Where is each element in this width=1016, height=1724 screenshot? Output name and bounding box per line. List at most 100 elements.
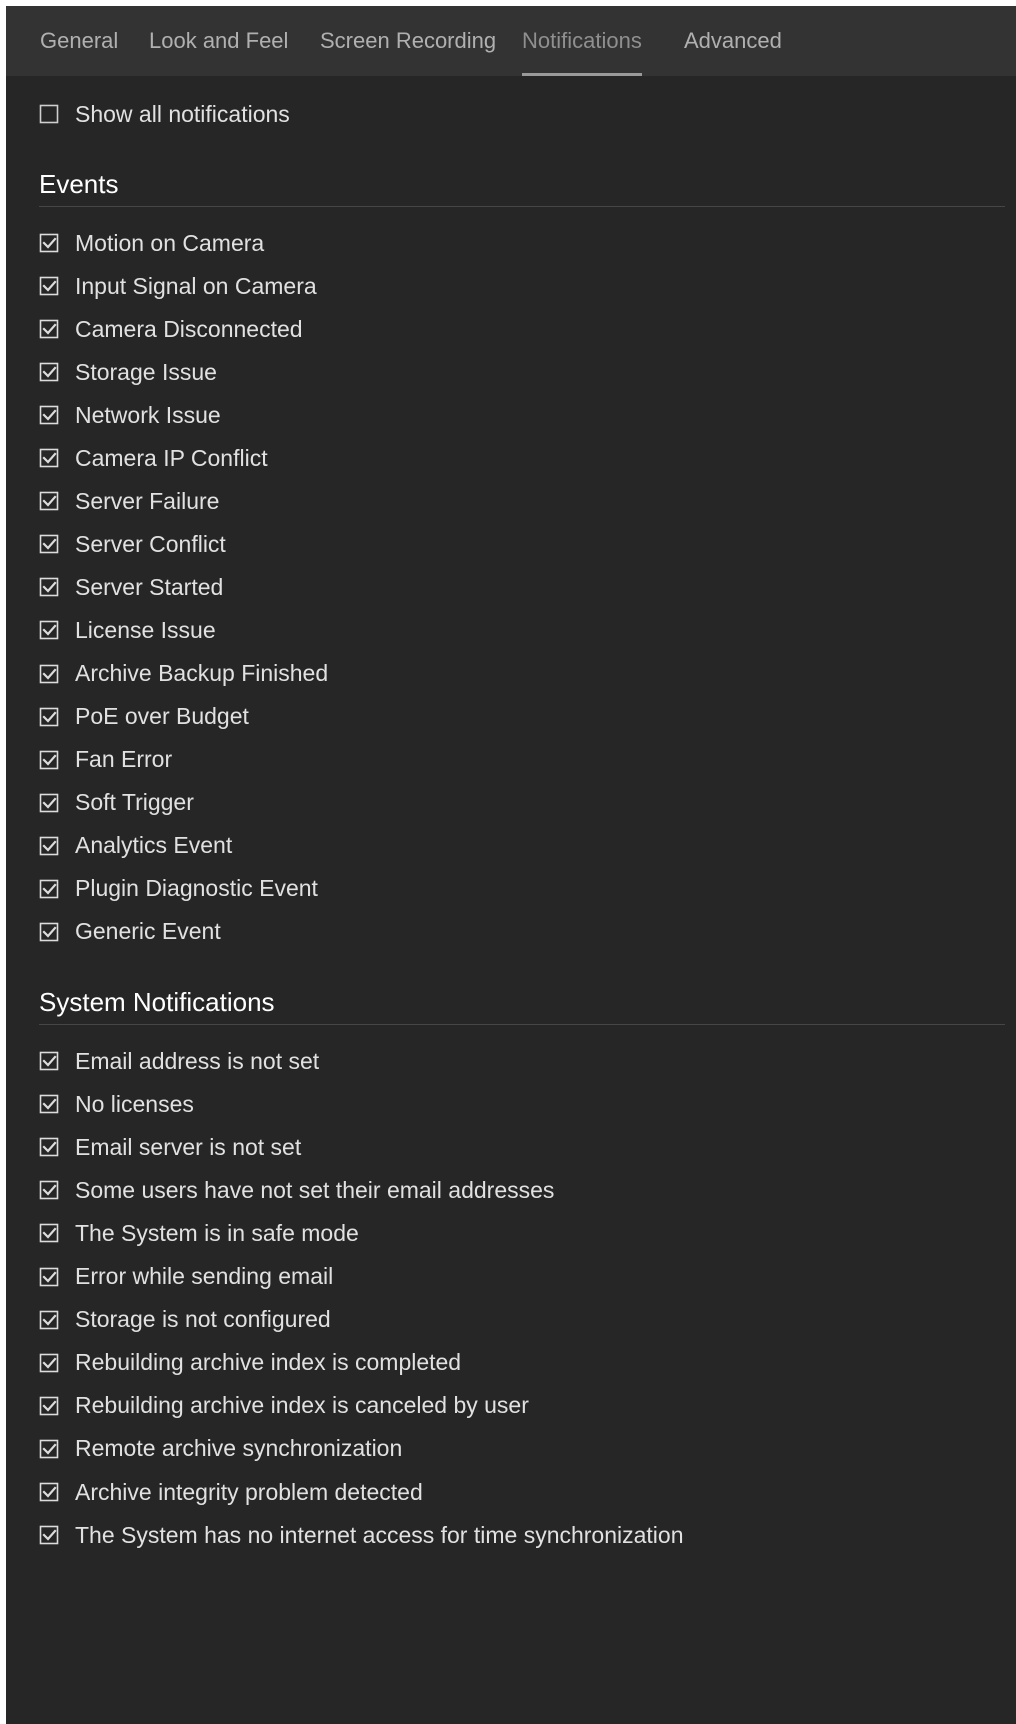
checkbox-checked-icon — [39, 1525, 59, 1545]
checkbox-checked-icon — [39, 1224, 59, 1243]
tab-notifications[interactable]: Notifications — [522, 6, 642, 76]
checkbox-checked-icon — [39, 276, 59, 296]
system-notification-checkbox-label: Archive integrity problem detected — [75, 1478, 423, 1505]
checkbox-checked-icon — [39, 405, 59, 425]
checkbox-checked-icon — [39, 1439, 59, 1459]
event-checkbox-label: Archive Backup Finished — [75, 660, 329, 686]
event-checkbox-label: Network Issue — [75, 401, 221, 428]
event-checkbox-label: Server Started — [75, 573, 224, 600]
system-notification-checkbox-item[interactable]: Email address is not set — [39, 1046, 319, 1076]
event-checkbox-item[interactable]: Generic Event — [39, 917, 221, 947]
show-all-notifications-label: Show all notifications — [75, 100, 290, 127]
event-checkbox-item[interactable]: Soft Trigger — [39, 788, 194, 818]
system-notification-checkbox-item[interactable]: The System has no internet access for ti… — [39, 1520, 684, 1550]
system-notification-checkbox-item[interactable]: Rebuilding archive index is canceled by … — [39, 1391, 529, 1421]
system-notification-checkbox-label: The System has no internet access for ti… — [75, 1521, 684, 1548]
checkbox-checked-icon — [39, 879, 59, 899]
event-checkbox-label: Server Conflict — [75, 530, 226, 557]
system-notification-checkbox-label: Remote archive synchronization — [75, 1435, 403, 1462]
events-section-title: Events — [39, 169, 119, 199]
checkbox-checked-icon — [39, 1094, 59, 1114]
system-notification-checkbox-label: Error while sending email — [75, 1263, 334, 1289]
system-notification-checkbox-item[interactable]: Archive integrity problem detected — [39, 1477, 423, 1507]
tab-screen-recording[interactable]: Screen Recording — [320, 6, 496, 76]
system-notification-checkbox-label: Rebuilding archive index is canceled by … — [75, 1392, 529, 1419]
event-checkbox-item[interactable]: Server Conflict — [39, 529, 226, 559]
tab-general[interactable]: General — [40, 6, 118, 76]
notifications-settings-window: General Look and Feel Screen Recording N… — [6, 6, 1016, 1724]
event-checkbox-item[interactable]: Server Failure — [39, 486, 219, 516]
checkbox-checked-icon — [39, 233, 59, 253]
system-notification-checkbox-item[interactable]: Error while sending email — [39, 1262, 333, 1292]
events-divider — [39, 206, 1005, 207]
system-notification-checkbox-item[interactable]: Storage is not configured — [39, 1305, 331, 1335]
event-checkbox-label: Generic Event — [75, 918, 221, 945]
event-checkbox-label: Fan Error — [75, 746, 173, 773]
checkbox-checked-icon — [39, 1310, 59, 1329]
checkbox-checked-icon — [39, 664, 59, 683]
checkbox-checked-icon — [39, 1051, 59, 1071]
event-checkbox-item[interactable]: Archive Backup Finished — [39, 659, 328, 689]
checkbox-checked-icon — [39, 491, 59, 511]
checkbox-unchecked-icon — [39, 104, 59, 124]
event-checkbox-item[interactable]: Plugin Diagnostic Event — [39, 874, 318, 904]
event-checkbox-item[interactable]: Input Signal on Camera — [39, 271, 317, 301]
event-checkbox-label: Motion on Camera — [75, 229, 265, 256]
checkbox-checked-icon — [39, 1137, 59, 1157]
system-notifications-divider — [39, 1024, 1005, 1025]
event-checkbox-item[interactable]: PoE over Budget — [39, 702, 249, 732]
tab-bar: General Look and Feel Screen Recording N… — [6, 6, 1016, 76]
checkbox-checked-icon — [39, 1353, 59, 1372]
event-checkbox-item[interactable]: Storage Issue — [39, 357, 217, 387]
system-notification-checkbox-item[interactable]: Some users have not set their email addr… — [39, 1175, 554, 1205]
tab-look-and-feel[interactable]: Look and Feel — [149, 6, 288, 76]
system-notification-checkbox-item[interactable]: Remote archive synchronization — [39, 1434, 402, 1464]
checkbox-checked-icon — [39, 362, 59, 382]
event-checkbox-label: Analytics Event — [75, 832, 233, 859]
event-checkbox-label: Soft Trigger — [75, 789, 194, 816]
checkbox-checked-icon — [39, 922, 59, 942]
system-notification-checkbox-item[interactable]: Rebuilding archive index is completed — [39, 1348, 461, 1378]
checkbox-checked-icon — [39, 621, 59, 640]
event-checkbox-item[interactable]: Analytics Event — [39, 831, 232, 861]
checkbox-checked-icon — [39, 1482, 59, 1502]
event-checkbox-label: Input Signal on Camera — [75, 272, 317, 299]
event-checkbox-item[interactable]: Server Started — [39, 572, 223, 602]
checkbox-checked-icon — [39, 836, 59, 855]
event-checkbox-item[interactable]: Camera IP Conflict — [39, 443, 268, 473]
checkbox-checked-icon — [39, 750, 59, 769]
checkbox-checked-icon — [39, 319, 59, 339]
checkbox-checked-icon — [39, 1267, 59, 1286]
checkbox-checked-icon — [39, 707, 59, 726]
checkbox-checked-icon — [39, 578, 59, 597]
event-checkbox-label: License Issue — [75, 616, 216, 643]
event-checkbox-label: Server Failure — [75, 487, 220, 514]
system-notification-checkbox-item[interactable]: No licenses — [39, 1089, 194, 1119]
event-checkbox-item[interactable]: Fan Error — [39, 745, 172, 775]
event-checkbox-item[interactable]: Camera Disconnected — [39, 314, 303, 344]
system-notification-checkbox-item[interactable]: The System is in safe mode — [39, 1218, 359, 1248]
system-notification-checkbox-label: No licenses — [75, 1090, 194, 1117]
system-notification-checkbox-label: Storage is not configured — [75, 1306, 331, 1333]
tab-advanced[interactable]: Advanced — [684, 6, 782, 76]
show-all-notifications-checkbox[interactable]: Show all notifications — [39, 99, 290, 129]
event-checkbox-label: Camera Disconnected — [75, 315, 303, 342]
event-checkbox-label: Storage Issue — [75, 358, 217, 385]
system-notification-checkbox-label: Rebuilding archive index is completed — [75, 1349, 462, 1376]
checkbox-checked-icon — [39, 793, 59, 812]
system-notification-checkbox-label: Email server is not set — [75, 1133, 302, 1160]
checkbox-checked-icon — [39, 1180, 59, 1200]
checkbox-checked-icon — [39, 448, 59, 468]
system-notifications-section-title: System Notifications — [39, 987, 275, 1017]
system-notification-checkbox-label: Email address is not set — [75, 1047, 320, 1074]
event-checkbox-label: Plugin Diagnostic Event — [75, 875, 318, 902]
event-checkbox-item[interactable]: Network Issue — [39, 400, 221, 430]
event-checkbox-label: PoE over Budget — [75, 703, 249, 730]
system-notification-checkbox-label: Some users have not set their email addr… — [75, 1176, 555, 1203]
event-checkbox-item[interactable]: License Issue — [39, 615, 216, 645]
checkbox-checked-icon — [39, 535, 59, 554]
system-notification-checkbox-label: The System is in safe mode — [75, 1219, 359, 1246]
system-notification-checkbox-item[interactable]: Email server is not set — [39, 1132, 301, 1162]
event-checkbox-item[interactable]: Motion on Camera — [39, 228, 264, 258]
event-checkbox-label: Camera IP Conflict — [75, 444, 268, 471]
